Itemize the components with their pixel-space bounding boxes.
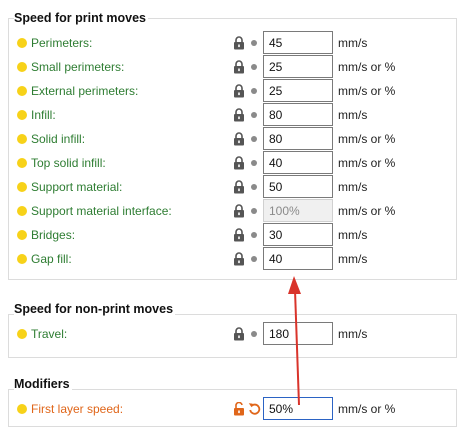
- support-material-interface-label: Support material interface:: [31, 204, 172, 218]
- lock-icon[interactable]: [233, 327, 245, 341]
- bullet-icon: [251, 64, 257, 70]
- status-dot-icon: [17, 158, 27, 168]
- status-dot-icon: [17, 230, 27, 240]
- infill-label: Infill:: [31, 108, 56, 122]
- solid-infill-label: Solid infill:: [31, 132, 86, 146]
- bridges-label: Bridges:: [31, 228, 76, 242]
- lock-icon[interactable]: [233, 132, 245, 146]
- external-perimeters-label: External perimeters:: [31, 84, 139, 98]
- first-layer-speed-input[interactable]: [263, 397, 333, 420]
- bullet-icon: [251, 88, 257, 94]
- support-material-interface-unit: mm/s or %: [338, 204, 396, 218]
- bullet-icon: [251, 208, 257, 214]
- undo-arrow-icon[interactable]: [248, 402, 261, 415]
- solid-infill-row: Solid infill: mm/s or %: [0, 127, 462, 151]
- support-material-row: Support material: mm/s: [0, 175, 462, 199]
- bullet-icon: [251, 112, 257, 118]
- support-material-interface-input[interactable]: [263, 199, 333, 222]
- nonprint-moves-title: Speed for non-print moves: [14, 302, 176, 316]
- support-material-interface-row: Support material interface: mm/s or %: [0, 199, 462, 223]
- lock-icon[interactable]: [233, 228, 245, 242]
- print-settings-speed-page: Speed for print moves Perimeters: mm/s S…: [0, 0, 462, 430]
- status-dot-icon: [17, 134, 27, 144]
- status-dot-icon: [17, 110, 27, 120]
- first-layer-speed-label: First layer speed:: [31, 402, 124, 416]
- infill-row: Infill: mm/s: [0, 103, 462, 127]
- travel-unit: mm/s: [338, 327, 368, 341]
- gap-fill-label: Gap fill:: [31, 252, 72, 266]
- bullet-icon: [251, 136, 257, 142]
- status-dot-icon: [17, 86, 27, 96]
- lock-icon[interactable]: [233, 180, 245, 194]
- small-perimeters-unit: mm/s or %: [338, 60, 396, 74]
- bullet-icon: [251, 331, 257, 337]
- gap-fill-row: Gap fill: mm/s: [0, 247, 462, 271]
- lock-icon[interactable]: [233, 204, 245, 218]
- perimeters-label: Perimeters:: [31, 36, 93, 50]
- lock-icon[interactable]: [233, 84, 245, 98]
- bridges-row: Bridges: mm/s: [0, 223, 462, 247]
- status-dot-icon: [17, 254, 27, 264]
- solid-infill-input[interactable]: [263, 127, 333, 150]
- modifiers-title: Modifiers: [14, 377, 72, 391]
- external-perimeters-unit: mm/s or %: [338, 84, 396, 98]
- top-solid-infill-unit: mm/s or %: [338, 156, 396, 170]
- bullet-icon: [251, 232, 257, 238]
- gap-fill-input[interactable]: [263, 247, 333, 270]
- travel-label: Travel:: [31, 327, 68, 341]
- external-perimeters-input[interactable]: [263, 79, 333, 102]
- support-material-unit: mm/s: [338, 180, 368, 194]
- infill-input[interactable]: [263, 103, 333, 126]
- travel-row: Travel: mm/s: [0, 322, 462, 346]
- status-dot-icon: [17, 38, 27, 48]
- bullet-icon: [251, 256, 257, 262]
- small-perimeters-row: Small perimeters: mm/s or %: [0, 55, 462, 79]
- top-solid-infill-label: Top solid infill:: [31, 156, 106, 170]
- lock-icon[interactable]: [233, 36, 245, 50]
- external-perimeters-row: External perimeters: mm/s or %: [0, 79, 462, 103]
- perimeters-input[interactable]: [263, 31, 333, 54]
- first-layer-speed-unit: mm/s or %: [338, 402, 396, 416]
- lock-icon[interactable]: [233, 60, 245, 74]
- print-moves-title: Speed for print moves: [14, 11, 148, 25]
- status-dot-icon: [17, 206, 27, 216]
- solid-infill-unit: mm/s or %: [338, 132, 396, 146]
- status-dot-icon: [17, 404, 27, 414]
- support-material-input[interactable]: [263, 175, 333, 198]
- status-dot-icon: [17, 329, 27, 339]
- lock-icon[interactable]: [233, 108, 245, 122]
- bridges-unit: mm/s: [338, 228, 368, 242]
- status-dot-icon: [17, 62, 27, 72]
- top-solid-infill-row: Top solid infill: mm/s or %: [0, 151, 462, 175]
- unlock-icon[interactable]: [233, 402, 245, 416]
- lock-icon[interactable]: [233, 156, 245, 170]
- status-dot-icon: [17, 182, 27, 192]
- infill-unit: mm/s: [338, 108, 368, 122]
- bullet-icon: [251, 184, 257, 190]
- lock-icon[interactable]: [233, 252, 245, 266]
- perimeters-row: Perimeters: mm/s: [0, 31, 462, 55]
- bullet-icon: [251, 40, 257, 46]
- travel-input[interactable]: [263, 322, 333, 345]
- small-perimeters-label: Small perimeters:: [31, 60, 125, 74]
- small-perimeters-input[interactable]: [263, 55, 333, 78]
- gap-fill-unit: mm/s: [338, 252, 368, 266]
- perimeters-unit: mm/s: [338, 36, 368, 50]
- top-solid-infill-input[interactable]: [263, 151, 333, 174]
- bullet-icon: [251, 160, 257, 166]
- support-material-label: Support material:: [31, 180, 123, 194]
- bridges-input[interactable]: [263, 223, 333, 246]
- first-layer-speed-row: First layer speed: mm/s or %: [0, 397, 462, 421]
